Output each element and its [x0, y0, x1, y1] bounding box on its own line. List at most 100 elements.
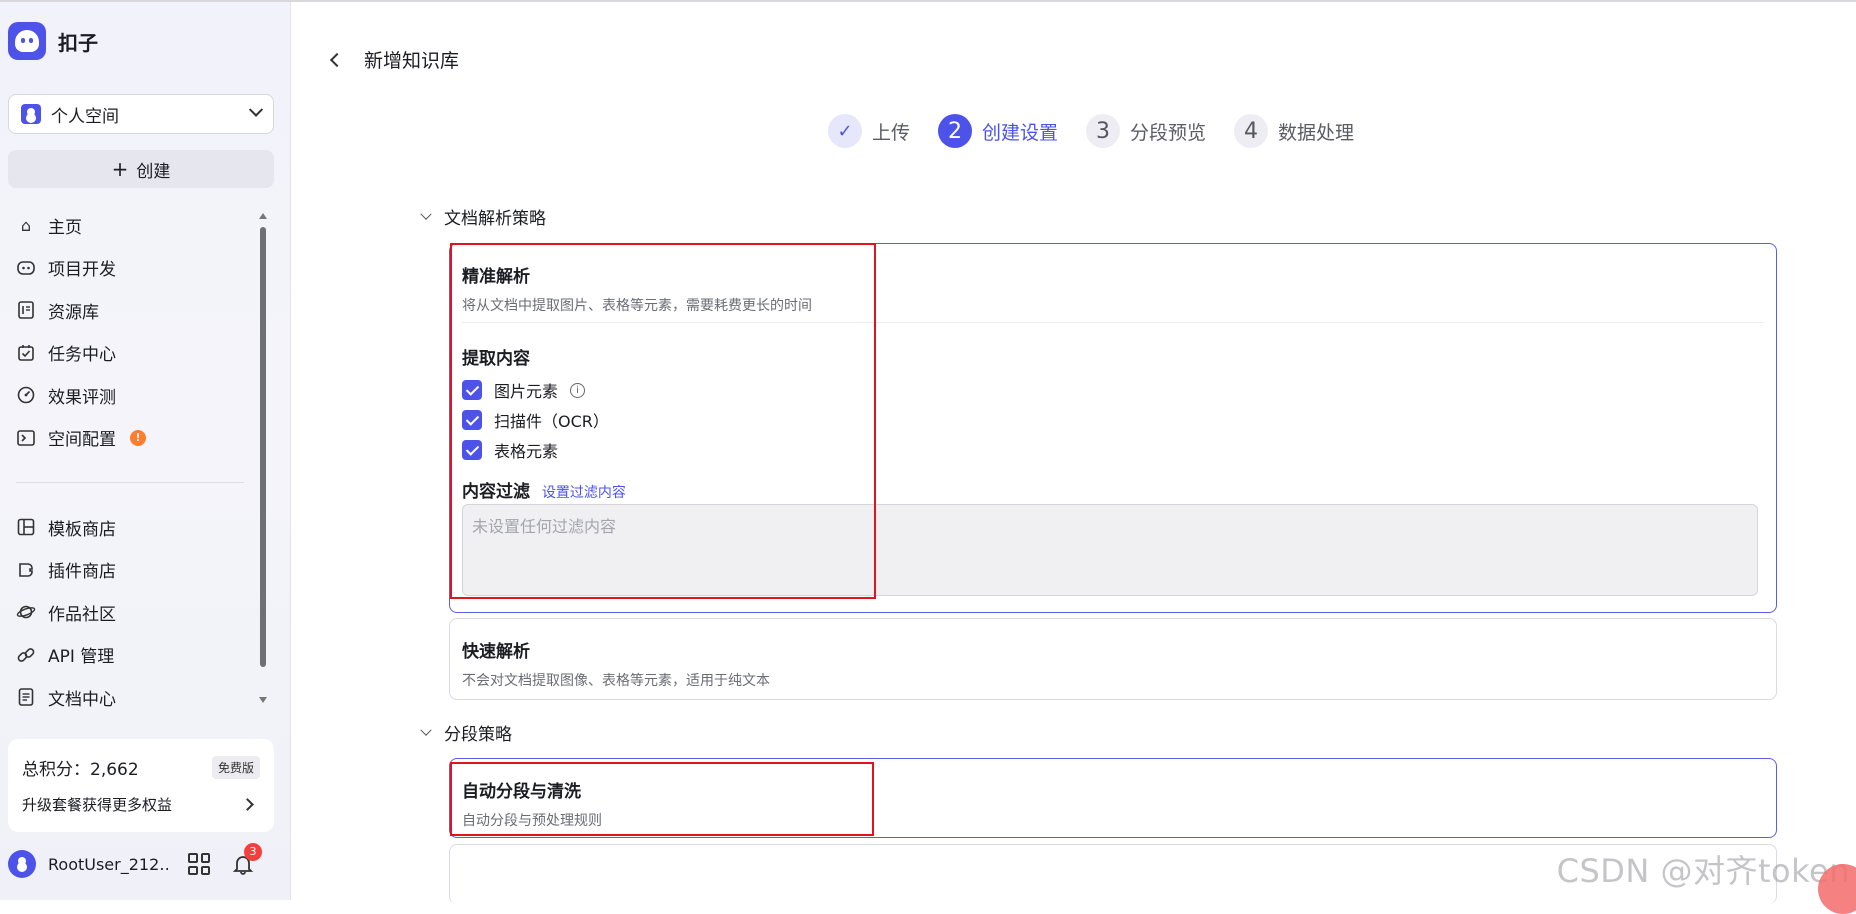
chevron-down-icon [420, 208, 432, 220]
card-title: 快速解析 [462, 642, 530, 662]
sidebar-item-label: 项目开发 [48, 260, 116, 281]
points-total: 总积分：2,662 [22, 760, 139, 780]
task-icon [16, 343, 36, 363]
sidebar-item-label: 主页 [48, 217, 82, 238]
sidebar-item-community[interactable]: 作品社区 [16, 591, 256, 634]
space-avatar-icon [21, 104, 41, 124]
card-title: 自动分段与清洗 [462, 782, 581, 802]
chevron-down-icon [248, 102, 264, 117]
app-name: 扣子 [58, 30, 98, 55]
scroll-up-icon[interactable] [259, 213, 267, 219]
set-filter-link[interactable]: 设置过滤内容 [542, 485, 626, 501]
checkbox-checked[interactable] [462, 440, 482, 460]
card-title: 精准解析 [462, 267, 530, 287]
option-ocr[interactable]: 扫描件（OCR） [462, 405, 626, 435]
sidebar-item-tasks[interactable]: 任务中心 [16, 332, 256, 375]
option-label: 图片元素 [494, 382, 559, 401]
gauge-icon [16, 385, 36, 405]
chevron-right-icon [241, 798, 254, 811]
card-desc: 不会对文档提取图像、表格等元素，适用于纯文本 [462, 673, 770, 689]
section-title: 分段策略 [444, 725, 512, 745]
avatar[interactable] [8, 850, 36, 878]
library-icon [16, 300, 36, 320]
brand[interactable]: 扣子 [8, 22, 98, 60]
warning-badge: ! [130, 429, 146, 446]
sidebar-item-api[interactable]: API 管理 [16, 634, 256, 677]
app-window: 扣子 个人空间 + 创建 ⌂ 主页 项目开发 资源库 任务中心 效果评测 空间配… [0, 0, 1856, 914]
bell-icon[interactable]: 3 [232, 843, 262, 875]
card-divider [462, 322, 1764, 323]
home-icon: ⌂ [20, 215, 32, 235]
create-label: 创建 [136, 161, 171, 182]
card-desc: 自动分段与预处理规则 [462, 813, 602, 829]
back-arrow-icon[interactable] [329, 52, 345, 67]
scroll-down-icon[interactable] [259, 697, 267, 703]
bot-icon [16, 258, 36, 278]
card-desc: 将从文档中提取图片、表格等元素，需要耗费更长的时间 [462, 298, 812, 314]
points-card: 总积分：2,662 免费版 升级套餐获得更多权益 [8, 739, 274, 832]
sidebar-item-label: 模板商店 [48, 519, 116, 540]
space-selector[interactable]: 个人空间 [8, 94, 274, 134]
secondary-nav: 模板商店 插件商店 作品社区 API 管理 文档中心 [16, 506, 256, 719]
sidebar-item-home[interactable]: ⌂ 主页 [16, 204, 256, 247]
option-table-elements[interactable]: 表格元素 [462, 435, 626, 465]
step-label: 上传 [872, 121, 911, 144]
extract-title: 提取内容 [462, 349, 530, 369]
step-create-settings: 2 创建设置 [938, 114, 1058, 148]
filter-title-row: 内容过滤 设置过滤内容 [462, 477, 626, 502]
template-icon [16, 517, 36, 537]
auto-segment-card[interactable]: 自动分段与清洗 自动分段与预处理规则 [449, 758, 1777, 838]
sidebar-item-label: 插件商店 [48, 562, 116, 583]
sidebar-item-plugins[interactable]: 插件商店 [16, 549, 256, 592]
sidebar-item-docs[interactable]: 文档中心 [16, 676, 256, 719]
plus-icon: + [111, 157, 129, 181]
page-header: 新增知识库 [329, 46, 459, 73]
chevron-down-icon [420, 724, 432, 736]
sidebar-item-evaluation[interactable]: 效果评测 [16, 374, 256, 417]
info-icon[interactable]: i [570, 382, 586, 398]
filter-placeholder: 未设置任何过滤内容 [472, 517, 617, 536]
apps-grid-icon[interactable] [188, 853, 210, 875]
link-icon [16, 645, 36, 665]
planet-icon [16, 602, 36, 622]
notification-badge: 3 [244, 843, 262, 861]
option-label: 扫描件（OCR） [494, 412, 609, 431]
precise-parse-card[interactable]: 精准解析 将从文档中提取图片、表格等元素，需要耗费更长的时间 提取内容 图片元素… [449, 243, 1777, 613]
sidebar-item-library[interactable]: 资源库 [16, 289, 256, 332]
upgrade-label: 升级套餐获得更多权益 [22, 796, 173, 814]
parse-section-header[interactable]: 文档解析策略 [420, 204, 546, 229]
filter-title: 内容过滤 [462, 482, 530, 502]
sidebar-item-space-config[interactable]: 空间配置 ! [16, 417, 256, 460]
sidebar-item-label: 空间配置 [48, 430, 116, 451]
create-button[interactable]: + 创建 [8, 150, 274, 188]
watermark: CSDN @对齐token [1556, 852, 1850, 890]
fast-parse-card[interactable]: 快速解析 不会对文档提取图像、表格等元素，适用于纯文本 [449, 618, 1777, 700]
step-number: 4 [1234, 114, 1269, 148]
filter-content-box[interactable]: 未设置任何过滤内容 [462, 504, 1758, 596]
option-image-elements[interactable]: 图片元素 i [462, 375, 626, 405]
primary-nav: ⌂ 主页 项目开发 资源库 任务中心 效果评测 空间配置 ! [16, 204, 256, 459]
sidebar-divider [16, 482, 244, 483]
step-upload: ✓ 上传 [828, 114, 910, 148]
sidebar-scrollbar[interactable] [258, 207, 268, 707]
segment-section-header[interactable]: 分段策略 [420, 720, 512, 745]
plugin-icon [16, 560, 36, 580]
checkbox-checked[interactable] [462, 410, 482, 430]
step-segment-preview: 3 分段预览 [1086, 114, 1206, 148]
upgrade-link[interactable]: 升级套餐获得更多权益 [22, 794, 260, 815]
step-label: 创建设置 [982, 121, 1059, 144]
main-content: 新增知识库 ✓ 上传 2 创建设置 3 分段预览 4 数据处理 文档解析策略 精… [292, 2, 1856, 914]
option-label: 表格元素 [494, 442, 559, 461]
step-number: 3 [1086, 114, 1121, 148]
stepper: ✓ 上传 2 创建设置 3 分段预览 4 数据处理 [828, 114, 1354, 148]
checkbox-checked[interactable] [462, 380, 482, 400]
sidebar-item-templates[interactable]: 模板商店 [16, 506, 256, 549]
check-icon: ✓ [828, 114, 862, 148]
user-name[interactable]: RootUser_212… [48, 855, 168, 874]
floating-assistant-button[interactable] [1818, 864, 1856, 914]
scrollbar-thumb[interactable] [260, 227, 266, 667]
step-label: 数据处理 [1278, 121, 1355, 144]
section-title: 文档解析策略 [444, 209, 546, 229]
step-data-processing: 4 数据处理 [1234, 114, 1354, 148]
sidebar-item-projects[interactable]: 项目开发 [16, 247, 256, 290]
